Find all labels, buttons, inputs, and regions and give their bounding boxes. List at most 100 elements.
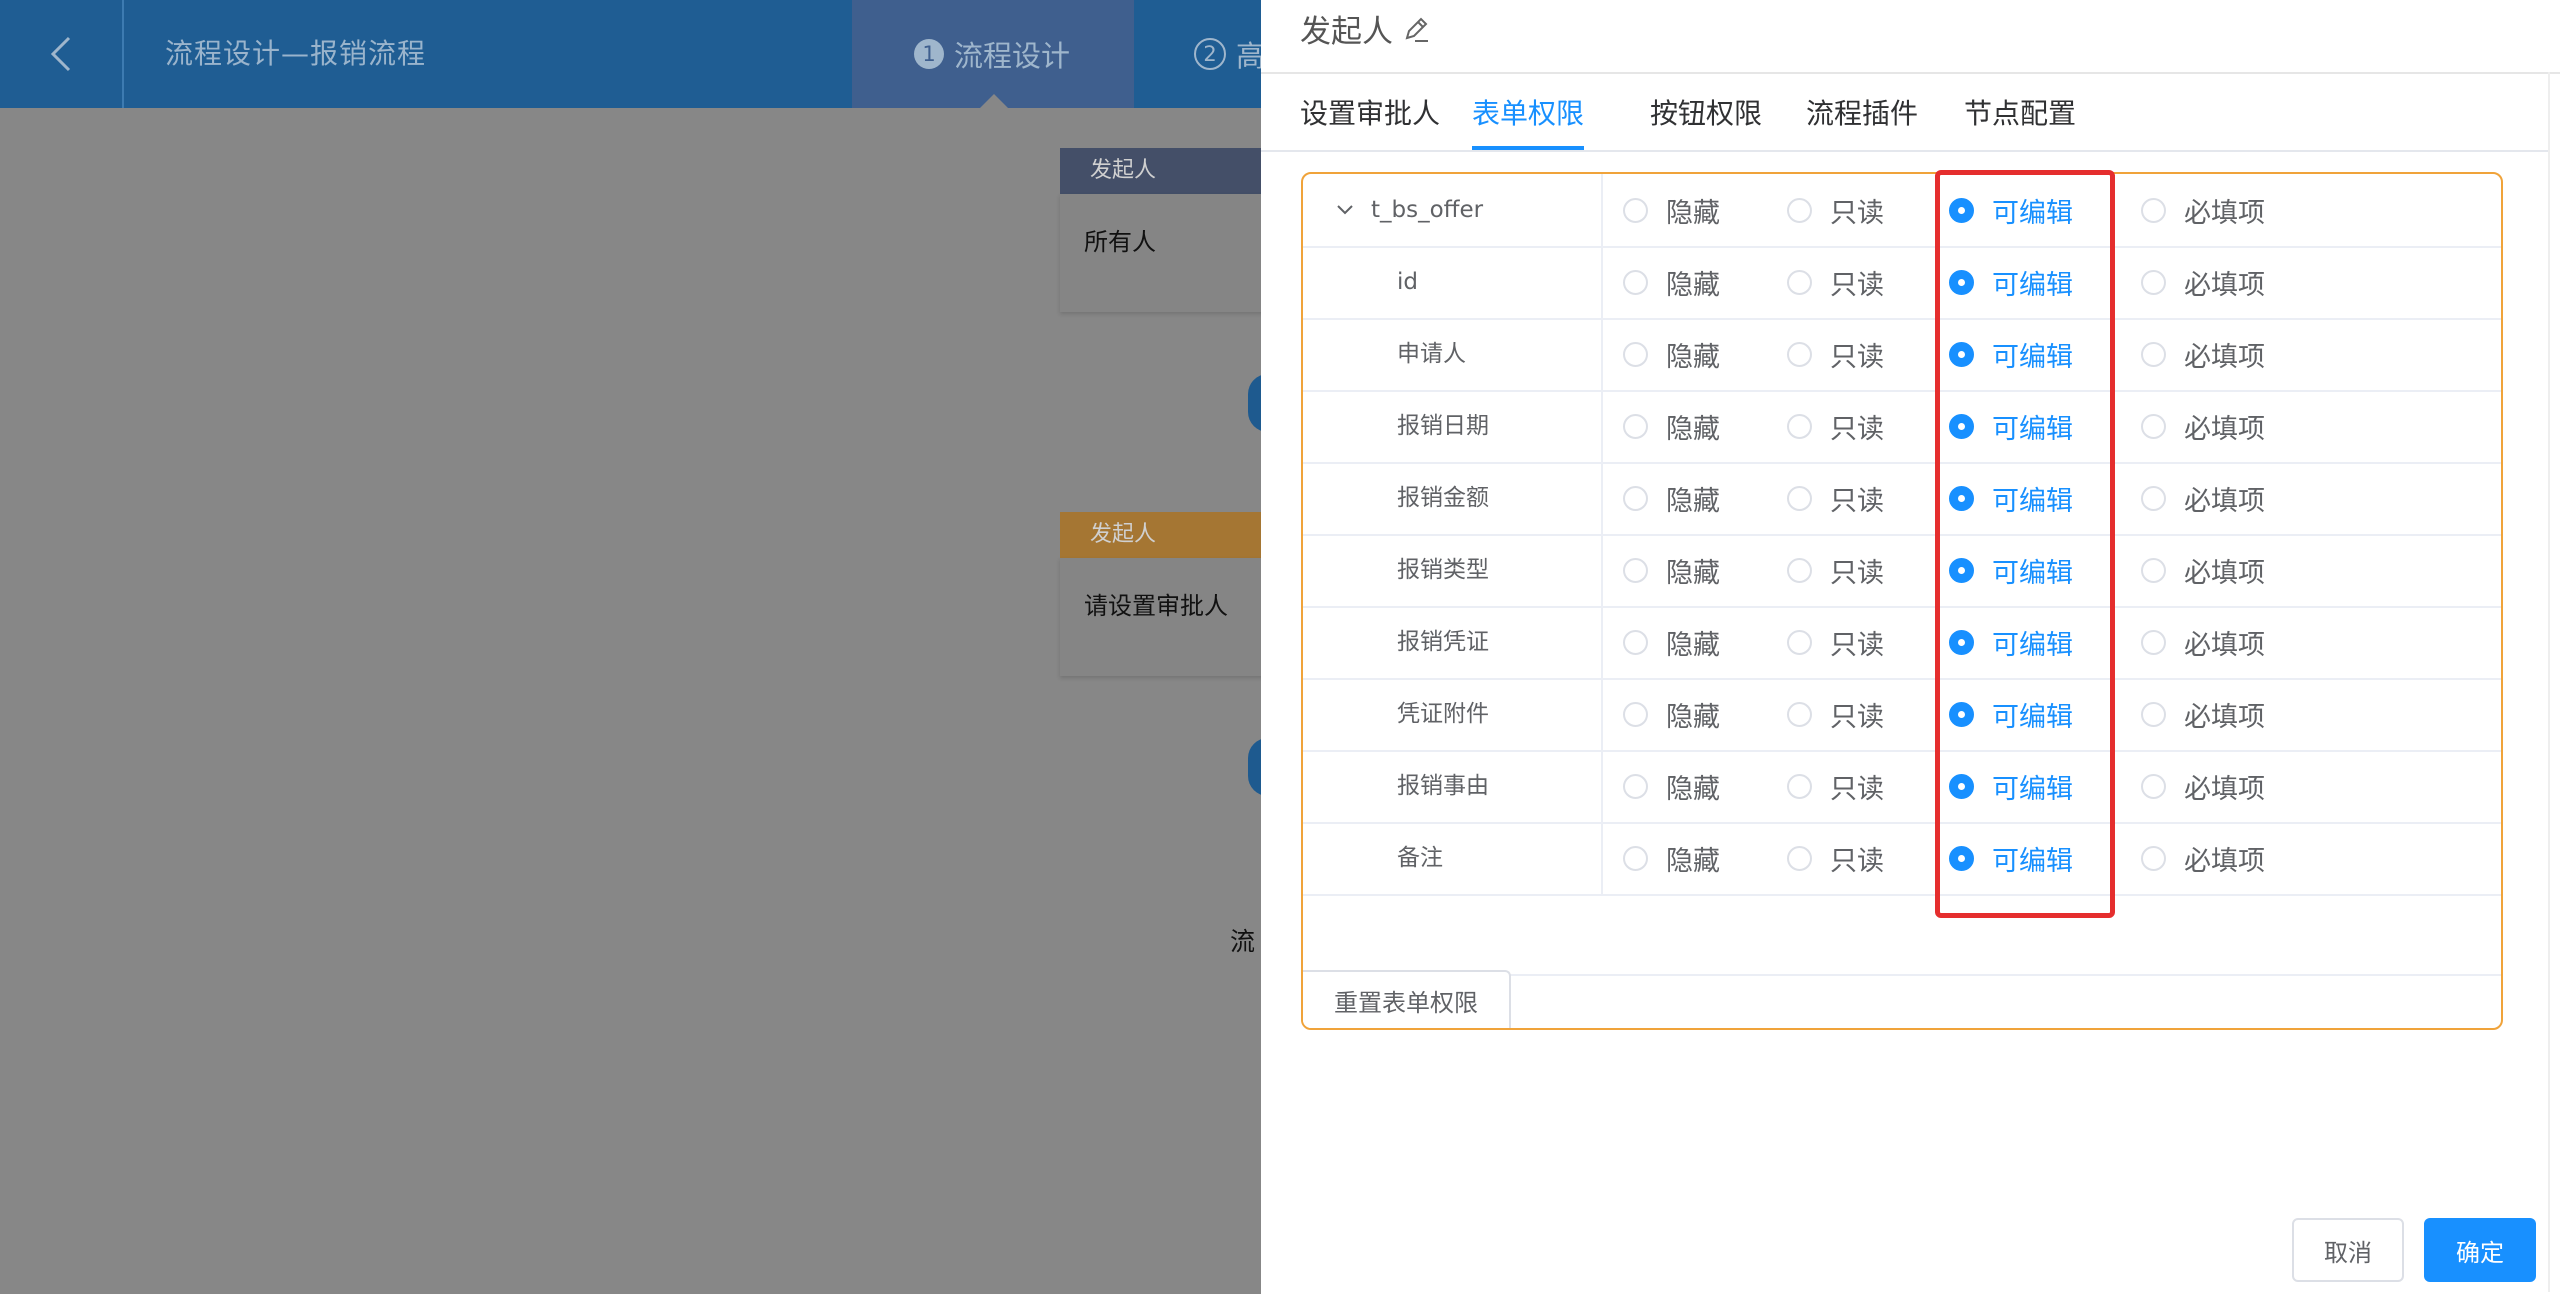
- radio-button[interactable]: [1787, 341, 1812, 367]
- confirm-button[interactable]: 确定: [2424, 1218, 2536, 1282]
- permission-option[interactable]: 隐藏: [1623, 678, 1720, 750]
- radio-button[interactable]: [1949, 485, 1974, 511]
- radio-button[interactable]: [2141, 845, 2166, 871]
- tab-approver[interactable]: 设置审批人: [1300, 90, 1440, 150]
- radio-button[interactable]: [1623, 701, 1648, 727]
- radio-button[interactable]: [1623, 197, 1648, 223]
- permission-option[interactable]: 可编辑: [1949, 822, 2073, 894]
- permission-option[interactable]: 隐藏: [1623, 318, 1720, 390]
- radio-button[interactable]: [1787, 485, 1812, 511]
- radio-button[interactable]: [1623, 773, 1648, 799]
- permission-option[interactable]: 隐藏: [1623, 534, 1720, 606]
- permission-option[interactable]: 可编辑: [1949, 462, 2073, 534]
- permission-option[interactable]: 必填项: [2141, 174, 2265, 246]
- permission-option[interactable]: 只读: [1787, 462, 1884, 534]
- radio-button[interactable]: [1949, 197, 1974, 223]
- radio-button[interactable]: [2141, 485, 2166, 511]
- permission-option[interactable]: 必填项: [2141, 318, 2265, 390]
- permission-option[interactable]: 可编辑: [1949, 678, 2073, 750]
- permission-option[interactable]: 必填项: [2141, 606, 2265, 678]
- permission-option[interactable]: 隐藏: [1623, 606, 1720, 678]
- tab-node-config[interactable]: 节点配置: [1964, 90, 2076, 150]
- permission-option[interactable]: 必填项: [2141, 822, 2265, 894]
- tab-flow-plugin[interactable]: 流程插件: [1806, 90, 1918, 150]
- permission-option[interactable]: 只读: [1787, 822, 1884, 894]
- radio-button[interactable]: [2141, 629, 2166, 655]
- permission-option[interactable]: 隐藏: [1623, 822, 1720, 894]
- permission-option[interactable]: 隐藏: [1623, 390, 1720, 462]
- radio-button[interactable]: [1623, 269, 1648, 295]
- permission-option[interactable]: 必填项: [2141, 750, 2265, 822]
- radio-button[interactable]: [1623, 845, 1648, 871]
- drawer-scrollbar[interactable]: [2548, 72, 2560, 1292]
- permission-option[interactable]: 只读: [1787, 534, 1884, 606]
- radio-button[interactable]: [1623, 341, 1648, 367]
- radio-button[interactable]: [1787, 413, 1812, 439]
- edit-pen-icon[interactable]: [1401, 14, 1431, 44]
- radio-button[interactable]: [1787, 629, 1812, 655]
- radio-button[interactable]: [2141, 341, 2166, 367]
- permission-option[interactable]: 必填项: [2141, 678, 2265, 750]
- radio-button[interactable]: [1623, 557, 1648, 583]
- radio-button[interactable]: [1949, 413, 1974, 439]
- permission-option[interactable]: 可编辑: [1949, 246, 2073, 318]
- permission-option[interactable]: 只读: [1787, 606, 1884, 678]
- radio-button[interactable]: [1949, 269, 1974, 295]
- back-button[interactable]: [0, 0, 124, 108]
- permission-option[interactable]: 只读: [1787, 174, 1884, 246]
- radio-button[interactable]: [1949, 341, 1974, 367]
- permission-option[interactable]: 只读: [1787, 390, 1884, 462]
- option-label: 只读: [1830, 773, 1884, 805]
- permission-option[interactable]: 只读: [1787, 750, 1884, 822]
- radio-button[interactable]: [1787, 773, 1812, 799]
- radio-button[interactable]: [1623, 629, 1648, 655]
- radio-button[interactable]: [2141, 269, 2166, 295]
- permission-option[interactable]: 只读: [1787, 318, 1884, 390]
- permission-option[interactable]: 隐藏: [1623, 246, 1720, 318]
- radio-button[interactable]: [1787, 701, 1812, 727]
- permission-option[interactable]: 隐藏: [1623, 174, 1720, 246]
- step-advanced[interactable]: 2 高: [1194, 0, 1265, 108]
- radio-button[interactable]: [1949, 629, 1974, 655]
- permission-option[interactable]: 可编辑: [1949, 750, 2073, 822]
- permission-option[interactable]: 必填项: [2141, 246, 2265, 318]
- radio-button[interactable]: [2141, 773, 2166, 799]
- radio-button[interactable]: [2141, 701, 2166, 727]
- radio-button[interactable]: [2141, 557, 2166, 583]
- cancel-button[interactable]: 取消: [2292, 1218, 2404, 1282]
- radio-button[interactable]: [1949, 845, 1974, 871]
- tab-button-permission[interactable]: 按钮权限: [1650, 90, 1762, 150]
- radio-button[interactable]: [2141, 197, 2166, 223]
- radio-button[interactable]: [1949, 773, 1974, 799]
- permission-option[interactable]: 隐藏: [1623, 462, 1720, 534]
- radio-button[interactable]: [1623, 413, 1648, 439]
- permission-option[interactable]: 必填项: [2141, 462, 2265, 534]
- radio-button[interactable]: [1949, 557, 1974, 583]
- radio-button[interactable]: [2141, 413, 2166, 439]
- permission-option[interactable]: 可编辑: [1949, 390, 2073, 462]
- field-name[interactable]: t_bs_offer: [1303, 174, 1603, 246]
- step-flow-design[interactable]: 1 流程设计: [852, 0, 1134, 108]
- permission-option[interactable]: 必填项: [2141, 534, 2265, 606]
- permission-option[interactable]: 只读: [1787, 678, 1884, 750]
- permission-option[interactable]: 隐藏: [1623, 750, 1720, 822]
- option-label: 只读: [1830, 629, 1884, 661]
- radio-button[interactable]: [1787, 845, 1812, 871]
- radio-button[interactable]: [1623, 485, 1648, 511]
- radio-button[interactable]: [1949, 701, 1974, 727]
- tab-form-permission[interactable]: 表单权限: [1472, 90, 1584, 150]
- chevron-down-icon[interactable]: [1335, 200, 1355, 220]
- flow-node-initiator[interactable]: 发起人 所有人: [1060, 148, 1270, 312]
- reset-permission-button[interactable]: 重置表单权限: [1303, 970, 1511, 1028]
- permission-option[interactable]: 必填项: [2141, 390, 2265, 462]
- permission-option[interactable]: 可编辑: [1949, 534, 2073, 606]
- radio-button[interactable]: [1787, 557, 1812, 583]
- permission-option[interactable]: 可编辑: [1949, 606, 2073, 678]
- drawer-title[interactable]: 发起人: [1300, 6, 1431, 51]
- permission-option[interactable]: 可编辑: [1949, 174, 2073, 246]
- radio-button[interactable]: [1787, 197, 1812, 223]
- flow-node-approver[interactable]: 发起人 请设置审批人: [1060, 512, 1270, 676]
- radio-button[interactable]: [1787, 269, 1812, 295]
- permission-option[interactable]: 只读: [1787, 246, 1884, 318]
- permission-option[interactable]: 可编辑: [1949, 318, 2073, 390]
